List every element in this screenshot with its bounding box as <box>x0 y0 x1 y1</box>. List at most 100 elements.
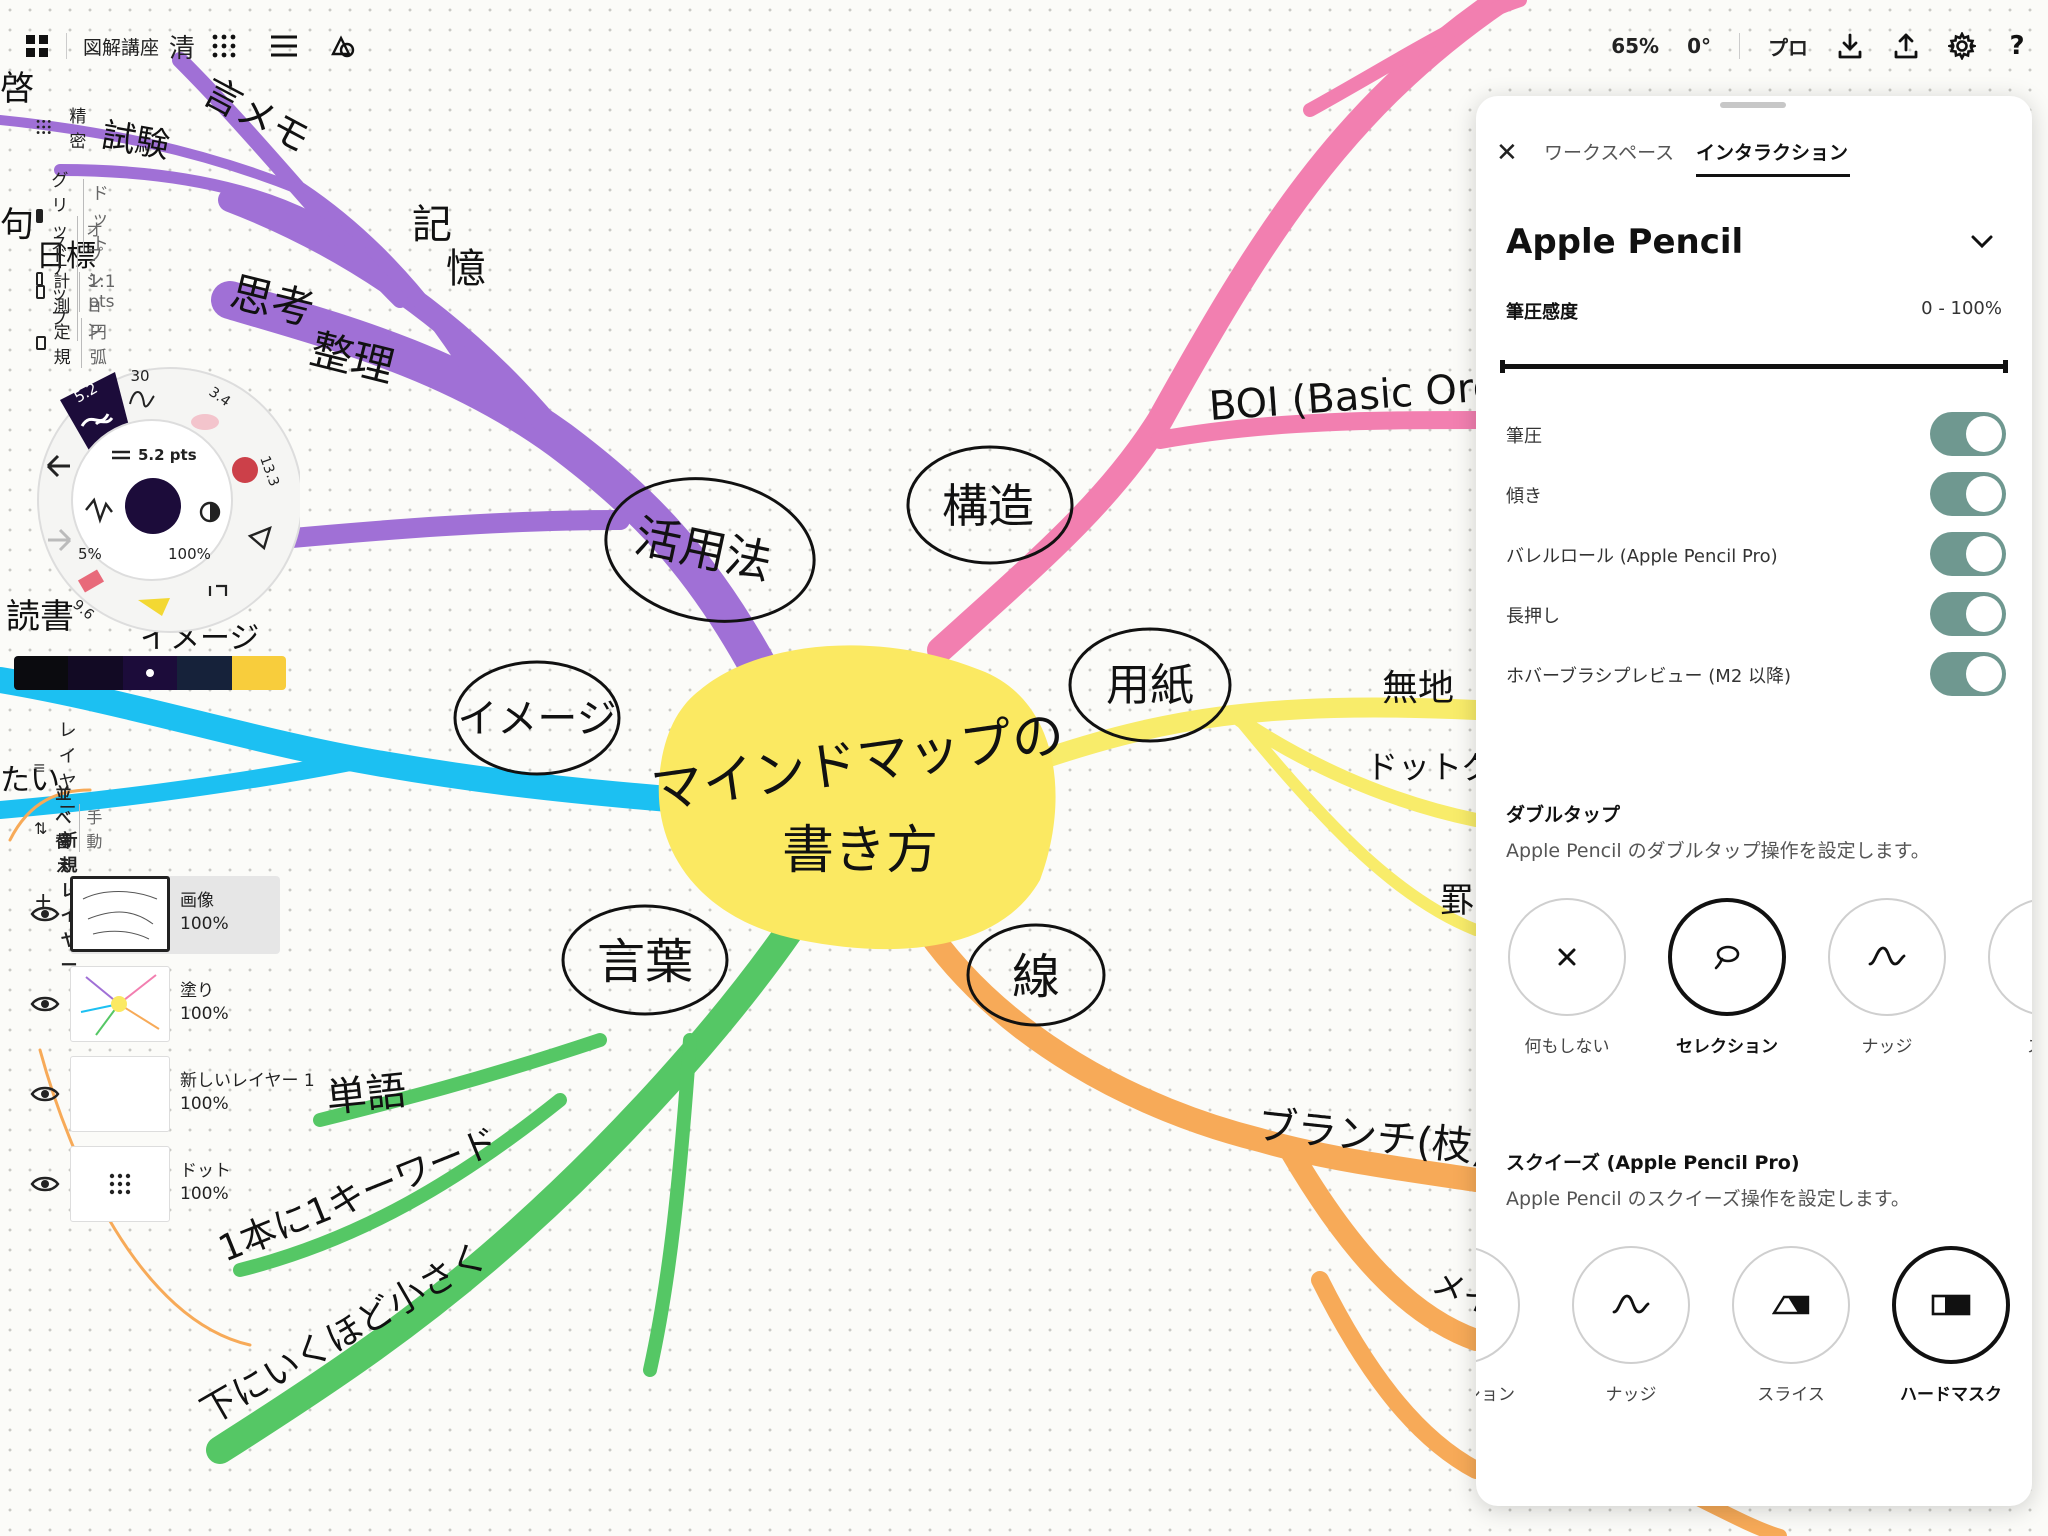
brush-size[interactable]: 5.2 pts <box>138 446 197 464</box>
squeeze-option-slice[interactable] <box>1732 1246 1850 1364</box>
label-ruled: 罫 <box>1440 881 1474 921</box>
panel-grabber[interactable] <box>1720 102 1786 108</box>
squeeze-title: スクイーズ (Apple Pencil Pro) <box>1506 1152 1800 1174</box>
toggle-thumb <box>1966 476 2002 512</box>
gallery-button[interactable] <box>24 28 50 64</box>
layer-opacity[interactable]: 100% <box>180 1094 229 1114</box>
color-swatch[interactable] <box>14 656 69 690</box>
toggle-switch[interactable] <box>1930 652 2006 696</box>
color-swatch[interactable] <box>177 656 232 690</box>
layer-row[interactable]: 画像 100% <box>30 876 280 956</box>
top-toolbar-right: 65% 0° プロ ? <box>1611 26 2030 66</box>
layer-name: 新しいレイヤー 1 <box>180 1071 315 1091</box>
brush-wheel[interactable]: 5.2 30 3.4 13.3 9.6 5.2 pts 5% 100% <box>20 360 300 650</box>
squeeze-desc: Apple Pencil のスクイーズ操作を設定します。 <box>1506 1188 1910 1210</box>
color-swatch[interactable] <box>68 656 123 690</box>
ruler-checkbox[interactable] <box>36 336 46 350</box>
layer-opacity[interactable]: 100% <box>180 1184 229 1204</box>
squeeze-option-partial[interactable] <box>1476 1246 1520 1364</box>
eye-icon[interactable] <box>30 994 60 1014</box>
double-tap-desc: Apple Pencil のダブルタップ操作を設定します。 <box>1506 840 1930 862</box>
squeeze-option-label: ハードマスク <box>1900 1385 2002 1405</box>
eye-icon[interactable] <box>30 1084 60 1104</box>
x-icon <box>1558 948 1576 966</box>
precision-header[interactable]: 精密 <box>36 102 93 152</box>
gear-icon <box>1948 32 1976 60</box>
toggle-thumb <box>1966 656 2002 692</box>
help-button[interactable]: ? <box>2004 28 2030 64</box>
label-edge-1: 啓 <box>0 69 34 109</box>
measure-option[interactable]: 計測 1:1 pts <box>36 267 119 317</box>
squeeze-option-hard-mask[interactable] <box>1892 1246 2010 1364</box>
toggle-label: ホバーブラシプレビュー (M2 以降) <box>1506 666 1792 687</box>
measure-label: 計測 <box>53 272 71 317</box>
precision-button[interactable] <box>211 28 237 64</box>
min-opacity[interactable]: 5% <box>78 545 102 563</box>
squeeze-option-nudge[interactable] <box>1572 1246 1690 1364</box>
pink-branch <box>927 0 1527 663</box>
center-title-line2: 書き方 <box>782 821 938 881</box>
tab-interaction[interactable]: インタラクション <box>1696 138 1848 165</box>
eye-icon[interactable] <box>30 904 60 924</box>
squeeze-option-label: スライス <box>1757 1385 1825 1405</box>
current-color[interactable] <box>125 478 181 534</box>
layer-row[interactable]: 塗り 100% <box>30 966 250 1046</box>
layers-icon <box>34 764 45 772</box>
double-tap-option-partial[interactable] <box>1988 898 2032 1016</box>
export-button[interactable] <box>1892 28 1920 64</box>
squeeze-option-label: ション <box>1476 1385 1515 1405</box>
double-tap-option-selection[interactable] <box>1668 898 1786 1016</box>
toggle-label: バレルロール (Apple Pencil Pro) <box>1506 546 1778 567</box>
slider-max-handle[interactable] <box>2003 360 2008 373</box>
layer-name: 画像 <box>180 891 214 911</box>
label-word: 単語 <box>324 1068 408 1122</box>
sort-value[interactable]: 手動 <box>79 804 102 852</box>
layer-name: 塗り <box>180 981 214 1001</box>
layers-button[interactable] <box>269 28 299 64</box>
color-swatch[interactable] <box>122 656 178 690</box>
layer-opacity[interactable]: 100% <box>180 1004 229 1024</box>
project-title-overflow: 清 <box>169 33 196 64</box>
toggle-switch[interactable] <box>1930 412 2006 456</box>
divider <box>1739 33 1740 59</box>
shapes-button[interactable] <box>329 28 357 64</box>
dots-grid-icon <box>212 34 236 58</box>
double-tap-option-label: ス <box>1967 1032 2032 1057</box>
double-tap-option-nudge[interactable] <box>1828 898 1946 1016</box>
toggle-switch[interactable] <box>1930 472 2006 516</box>
slider-min-handle[interactable] <box>1500 360 1505 373</box>
import-button[interactable] <box>1836 28 1864 64</box>
dots-grid-icon <box>36 120 51 134</box>
measure-checkbox[interactable] <box>36 285 46 299</box>
toggle-switch[interactable] <box>1930 592 2006 636</box>
pro-button[interactable]: プロ <box>1768 32 1808 61</box>
label-thinking-1: 思考 <box>226 267 319 335</box>
label-memory-1: 記 <box>412 202 452 248</box>
chevron-down-icon[interactable] <box>1970 232 1994 252</box>
label-edge-2: 試験 <box>98 115 172 166</box>
eye-icon[interactable] <box>30 1174 60 1194</box>
project-title[interactable]: 図解講座 <box>83 33 159 60</box>
color-swatch[interactable] <box>231 656 286 690</box>
layer-opacity[interactable]: 100% <box>180 914 229 934</box>
rotation-level[interactable]: 0° <box>1687 34 1711 58</box>
dots-grid-icon <box>109 1173 131 1195</box>
max-opacity[interactable]: 100% <box>168 545 211 563</box>
layer-row[interactable]: ドット 100% <box>30 1146 250 1226</box>
top-toolbar-left: 図解講座 清 <box>24 26 357 66</box>
layer-row[interactable]: 新しいレイヤー 1 100% <box>30 1056 315 1136</box>
color-history-strip[interactable] <box>14 656 286 690</box>
settings-button[interactable] <box>1948 28 1976 64</box>
pressure-range-slider[interactable] <box>1500 360 2008 373</box>
tab-workspace[interactable]: ワークスペース <box>1544 138 1674 165</box>
toggle-label: 傾き <box>1506 486 1542 507</box>
close-icon[interactable]: ✕ <box>1496 138 1518 168</box>
label-plain: 無地 <box>1382 668 1454 709</box>
zoom-level[interactable]: 65% <box>1611 34 1659 58</box>
toggle-switch[interactable] <box>1930 532 2006 576</box>
yellow-branch <box>1030 697 1486 936</box>
measure-value[interactable]: 1:1 pts <box>79 272 119 312</box>
slice-icon <box>1772 1295 1810 1315</box>
double-tap-option-none[interactable] <box>1508 898 1626 1016</box>
layers-icon <box>271 35 298 57</box>
